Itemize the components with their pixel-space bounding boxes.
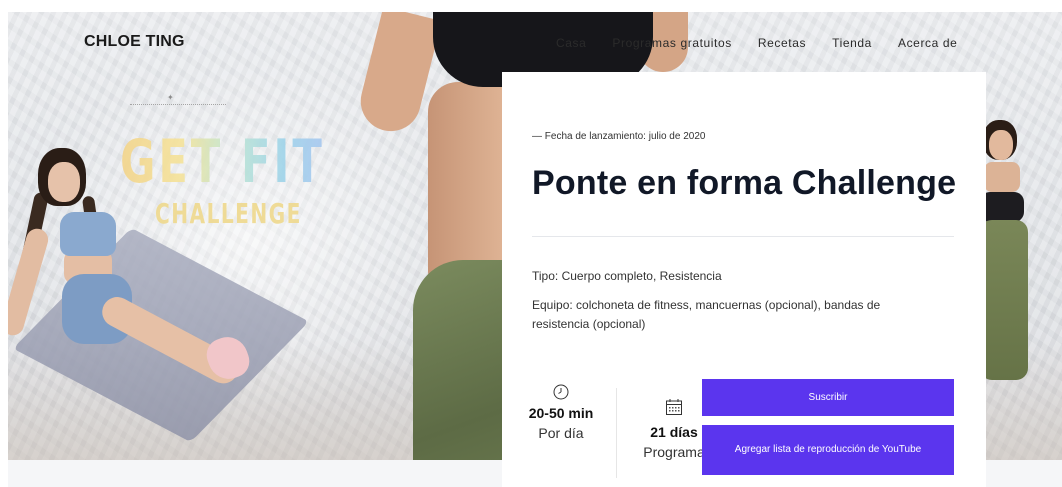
- add-youtube-playlist-button[interactable]: Agregar lista de reproducción de YouTube: [702, 425, 954, 475]
- program-card: — Fecha de lanzamiento: julio de 2020 Po…: [502, 72, 986, 487]
- sparkle-icon: ✦: [167, 93, 174, 102]
- program-type: Tipo: Cuerpo completo, Resistencia: [532, 269, 722, 283]
- nav-about[interactable]: Acerca de: [898, 36, 957, 50]
- hero-art-title: GET FIT: [120, 127, 325, 197]
- nav-free-programs[interactable]: Programas gratuitos: [612, 36, 731, 50]
- length-value: 21 días: [650, 424, 698, 440]
- duration-label: Por día: [538, 424, 584, 441]
- length-stat: 21 días Programa: [636, 398, 712, 460]
- length-label: Programa: [643, 444, 705, 460]
- release-date: — Fecha de lanzamiento: julio de 2020: [532, 131, 706, 142]
- program-equipment: Equipo: colchoneta de fitness, mancuerna…: [532, 298, 881, 331]
- nav-recipes[interactable]: Recetas: [758, 36, 806, 50]
- duration-value: 20-50 min: [528, 405, 594, 421]
- subscribe-button[interactable]: Suscribir: [702, 379, 954, 416]
- divider: [532, 236, 954, 237]
- program-title: Ponte en forma Challenge: [532, 164, 957, 202]
- stat-divider: [616, 388, 617, 478]
- hero-art-subtitle: CHALLENGE: [155, 197, 302, 230]
- art-divider: [130, 104, 226, 105]
- calendar-icon: [666, 399, 682, 415]
- nav-shop[interactable]: Tienda: [832, 36, 872, 50]
- site-logo[interactable]: CHLOE TING: [84, 33, 185, 51]
- duration-stat: 20-50 min Por día: [526, 384, 596, 441]
- main-nav: Casa Programas gratuitos Recetas Tienda …: [556, 36, 957, 50]
- clock-icon: [553, 384, 569, 400]
- nav-home[interactable]: Casa: [556, 36, 586, 50]
